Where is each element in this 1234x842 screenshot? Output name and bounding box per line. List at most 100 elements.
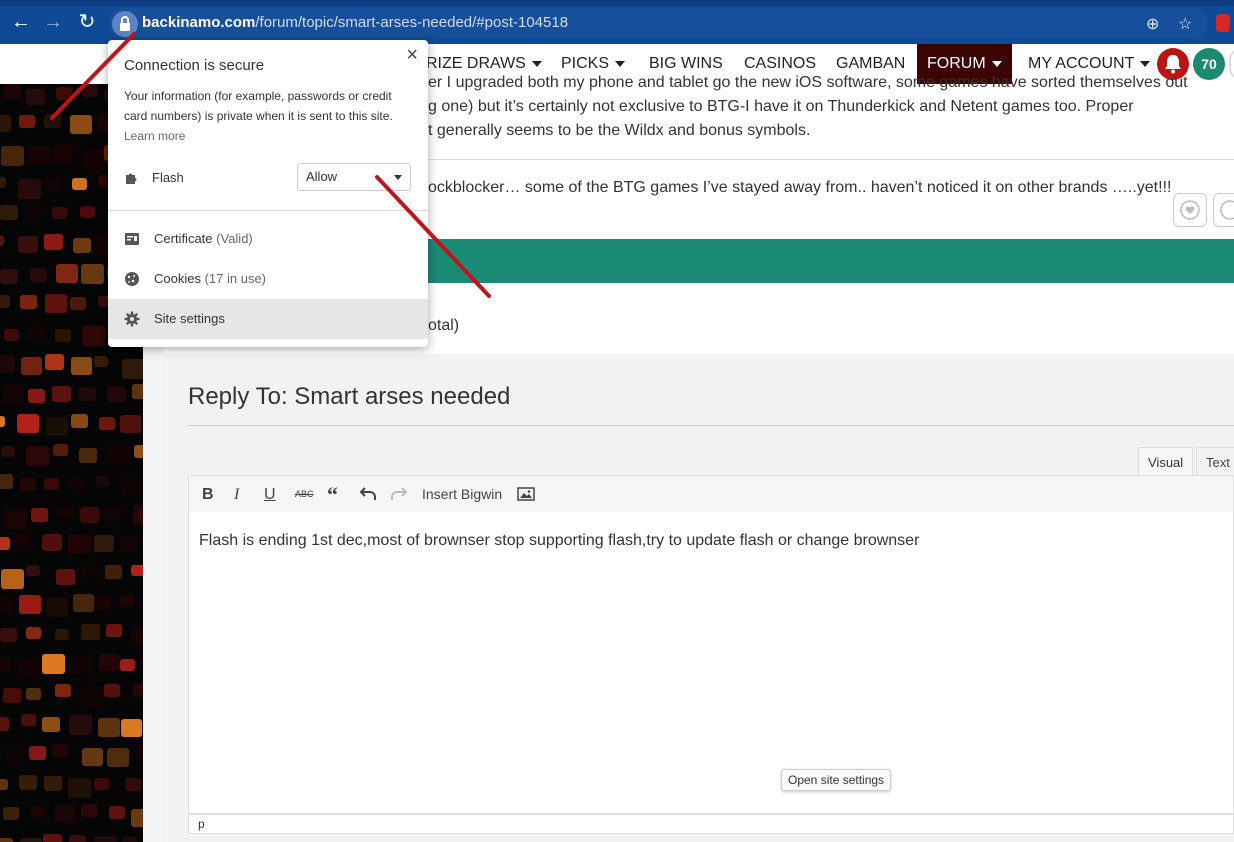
mosaic-tile bbox=[0, 628, 17, 642]
flash-select-value: Allow bbox=[306, 169, 338, 184]
blockquote-icon[interactable]: “ bbox=[327, 482, 338, 508]
forward-icon[interactable]: → bbox=[42, 11, 64, 33]
mosaic-tile bbox=[30, 268, 47, 282]
cookies-text: Cookies bbox=[154, 271, 201, 286]
bookmark-star-icon[interactable]: ☆ bbox=[1178, 14, 1192, 34]
cookies-row[interactable]: Cookies (17 in use) bbox=[108, 259, 428, 299]
certificate-row[interactable]: Certificate (Valid) bbox=[108, 219, 428, 259]
mosaic-tile bbox=[16, 534, 30, 545]
learn-more-link[interactable]: Learn more bbox=[124, 129, 185, 143]
mosaic-tile bbox=[94, 778, 109, 790]
mosaic-tile bbox=[1, 569, 24, 589]
insert-bigwin-button[interactable]: Insert Bigwin bbox=[422, 486, 502, 502]
mosaic-tile bbox=[94, 356, 108, 367]
post-line: ockblocker… some of the BTG games I’ve s… bbox=[428, 179, 1172, 196]
tab-text[interactable]: Text bbox=[1196, 447, 1234, 476]
mosaic-tile bbox=[44, 478, 59, 490]
mosaic-tile bbox=[42, 534, 62, 551]
reload-icon[interactable]: ↻ bbox=[76, 11, 98, 33]
mosaic-tile bbox=[79, 387, 96, 401]
flash-label: Flash bbox=[152, 170, 184, 185]
mosaic-tile bbox=[20, 478, 36, 491]
mosaic-tile bbox=[120, 537, 138, 552]
nav-big-wins-label: BIG WINS bbox=[649, 55, 723, 72]
mosaic-tile bbox=[82, 84, 98, 97]
mosaic-tile bbox=[107, 748, 129, 767]
mosaic-tile bbox=[0, 657, 10, 671]
mosaic-tile bbox=[53, 444, 68, 456]
mosaic-tile bbox=[0, 779, 8, 790]
popup-divider bbox=[108, 210, 428, 211]
close-icon[interactable]: × bbox=[406, 44, 418, 67]
tooltip: Open site settings bbox=[781, 769, 892, 791]
mosaic-tile bbox=[0, 717, 9, 731]
mosaic-tile bbox=[29, 746, 46, 760]
mosaic-tile bbox=[44, 234, 63, 250]
mosaic-tile bbox=[45, 294, 67, 313]
points-badge[interactable]: 70 bbox=[1193, 48, 1225, 80]
underline-icon[interactable]: U bbox=[264, 486, 276, 504]
insert-image-icon[interactable] bbox=[517, 486, 535, 507]
lock-icon[interactable] bbox=[112, 11, 138, 37]
mosaic-tile bbox=[28, 389, 45, 403]
mosaic-tile bbox=[0, 235, 4, 246]
mosaic-tile bbox=[131, 809, 143, 827]
undo-icon[interactable] bbox=[359, 484, 377, 507]
mosaic-tile bbox=[108, 446, 130, 465]
favorite-button[interactable] bbox=[1173, 193, 1207, 227]
mosaic-tile bbox=[43, 834, 62, 842]
mosaic-tile bbox=[71, 357, 92, 375]
mosaic-tile bbox=[46, 598, 68, 617]
heart-icon bbox=[1180, 200, 1200, 220]
italic-icon[interactable]: I bbox=[234, 486, 239, 504]
mosaic-tile bbox=[73, 594, 94, 612]
mosaic-tile bbox=[28, 146, 50, 165]
install-icon[interactable]: ⊕ bbox=[1146, 14, 1159, 34]
tab-visual[interactable]: Visual bbox=[1138, 447, 1194, 476]
mosaic-tile bbox=[106, 624, 122, 637]
mosaic-tile bbox=[79, 448, 97, 463]
back-icon[interactable]: ← bbox=[10, 11, 32, 33]
extension-icon[interactable] bbox=[1216, 14, 1230, 32]
reply-divider bbox=[188, 425, 1234, 426]
mosaic-tile bbox=[42, 717, 60, 732]
site-settings-row[interactable]: Site settings bbox=[108, 299, 428, 339]
mosaic-tile bbox=[21, 357, 42, 375]
mosaic-tile bbox=[94, 535, 114, 552]
post-line: er I upgraded both my phone and tablet g… bbox=[428, 74, 1188, 91]
mosaic-tile bbox=[80, 507, 99, 523]
flash-select[interactable]: Allow bbox=[297, 163, 411, 191]
reply-count-fragment: otal) bbox=[428, 317, 460, 334]
mosaic-tile bbox=[0, 416, 5, 427]
certificate-icon bbox=[124, 231, 140, 247]
reply-editor[interactable] bbox=[188, 512, 1234, 814]
nav-forum-label: FORUM bbox=[927, 55, 986, 72]
popup-title: Connection is secure bbox=[124, 57, 265, 74]
cookies-label: Cookies (17 in use) bbox=[154, 271, 266, 286]
mosaic-tile bbox=[120, 659, 135, 671]
like-button[interactable] bbox=[1213, 193, 1234, 227]
mosaic-tile bbox=[0, 537, 10, 550]
mosaic-tile bbox=[17, 414, 39, 433]
mosaic-tile bbox=[81, 804, 97, 817]
redo-icon[interactable] bbox=[390, 484, 408, 507]
bold-icon[interactable]: B bbox=[202, 486, 214, 504]
mosaic-tile bbox=[52, 386, 71, 402]
popup-info-text: Your information (for example, passwords… bbox=[124, 89, 393, 123]
mosaic-tile bbox=[31, 508, 48, 522]
mosaic-tile bbox=[18, 659, 39, 677]
element-path[interactable]: p bbox=[198, 817, 205, 831]
strikethrough-icon[interactable]: ABC bbox=[295, 489, 314, 499]
mosaic-tile bbox=[55, 684, 71, 697]
mosaic-tile bbox=[20, 838, 42, 842]
mosaic-tile bbox=[72, 178, 87, 190]
nav-picks-label: PICKS bbox=[561, 55, 610, 72]
mosaic-tile bbox=[26, 688, 41, 700]
mosaic-tile bbox=[45, 354, 64, 370]
site-info-popup: × Connection is secure Your information … bbox=[108, 40, 428, 347]
url-text[interactable]: backinamo.com/forum/topic/smart-arses-ne… bbox=[142, 14, 568, 31]
mosaic-tile bbox=[21, 714, 36, 726]
mosaic-tile bbox=[69, 835, 86, 842]
editor-content[interactable]: Flash is ending 1st dec,most of brownser… bbox=[199, 532, 919, 550]
mosaic-tile bbox=[3, 84, 21, 99]
